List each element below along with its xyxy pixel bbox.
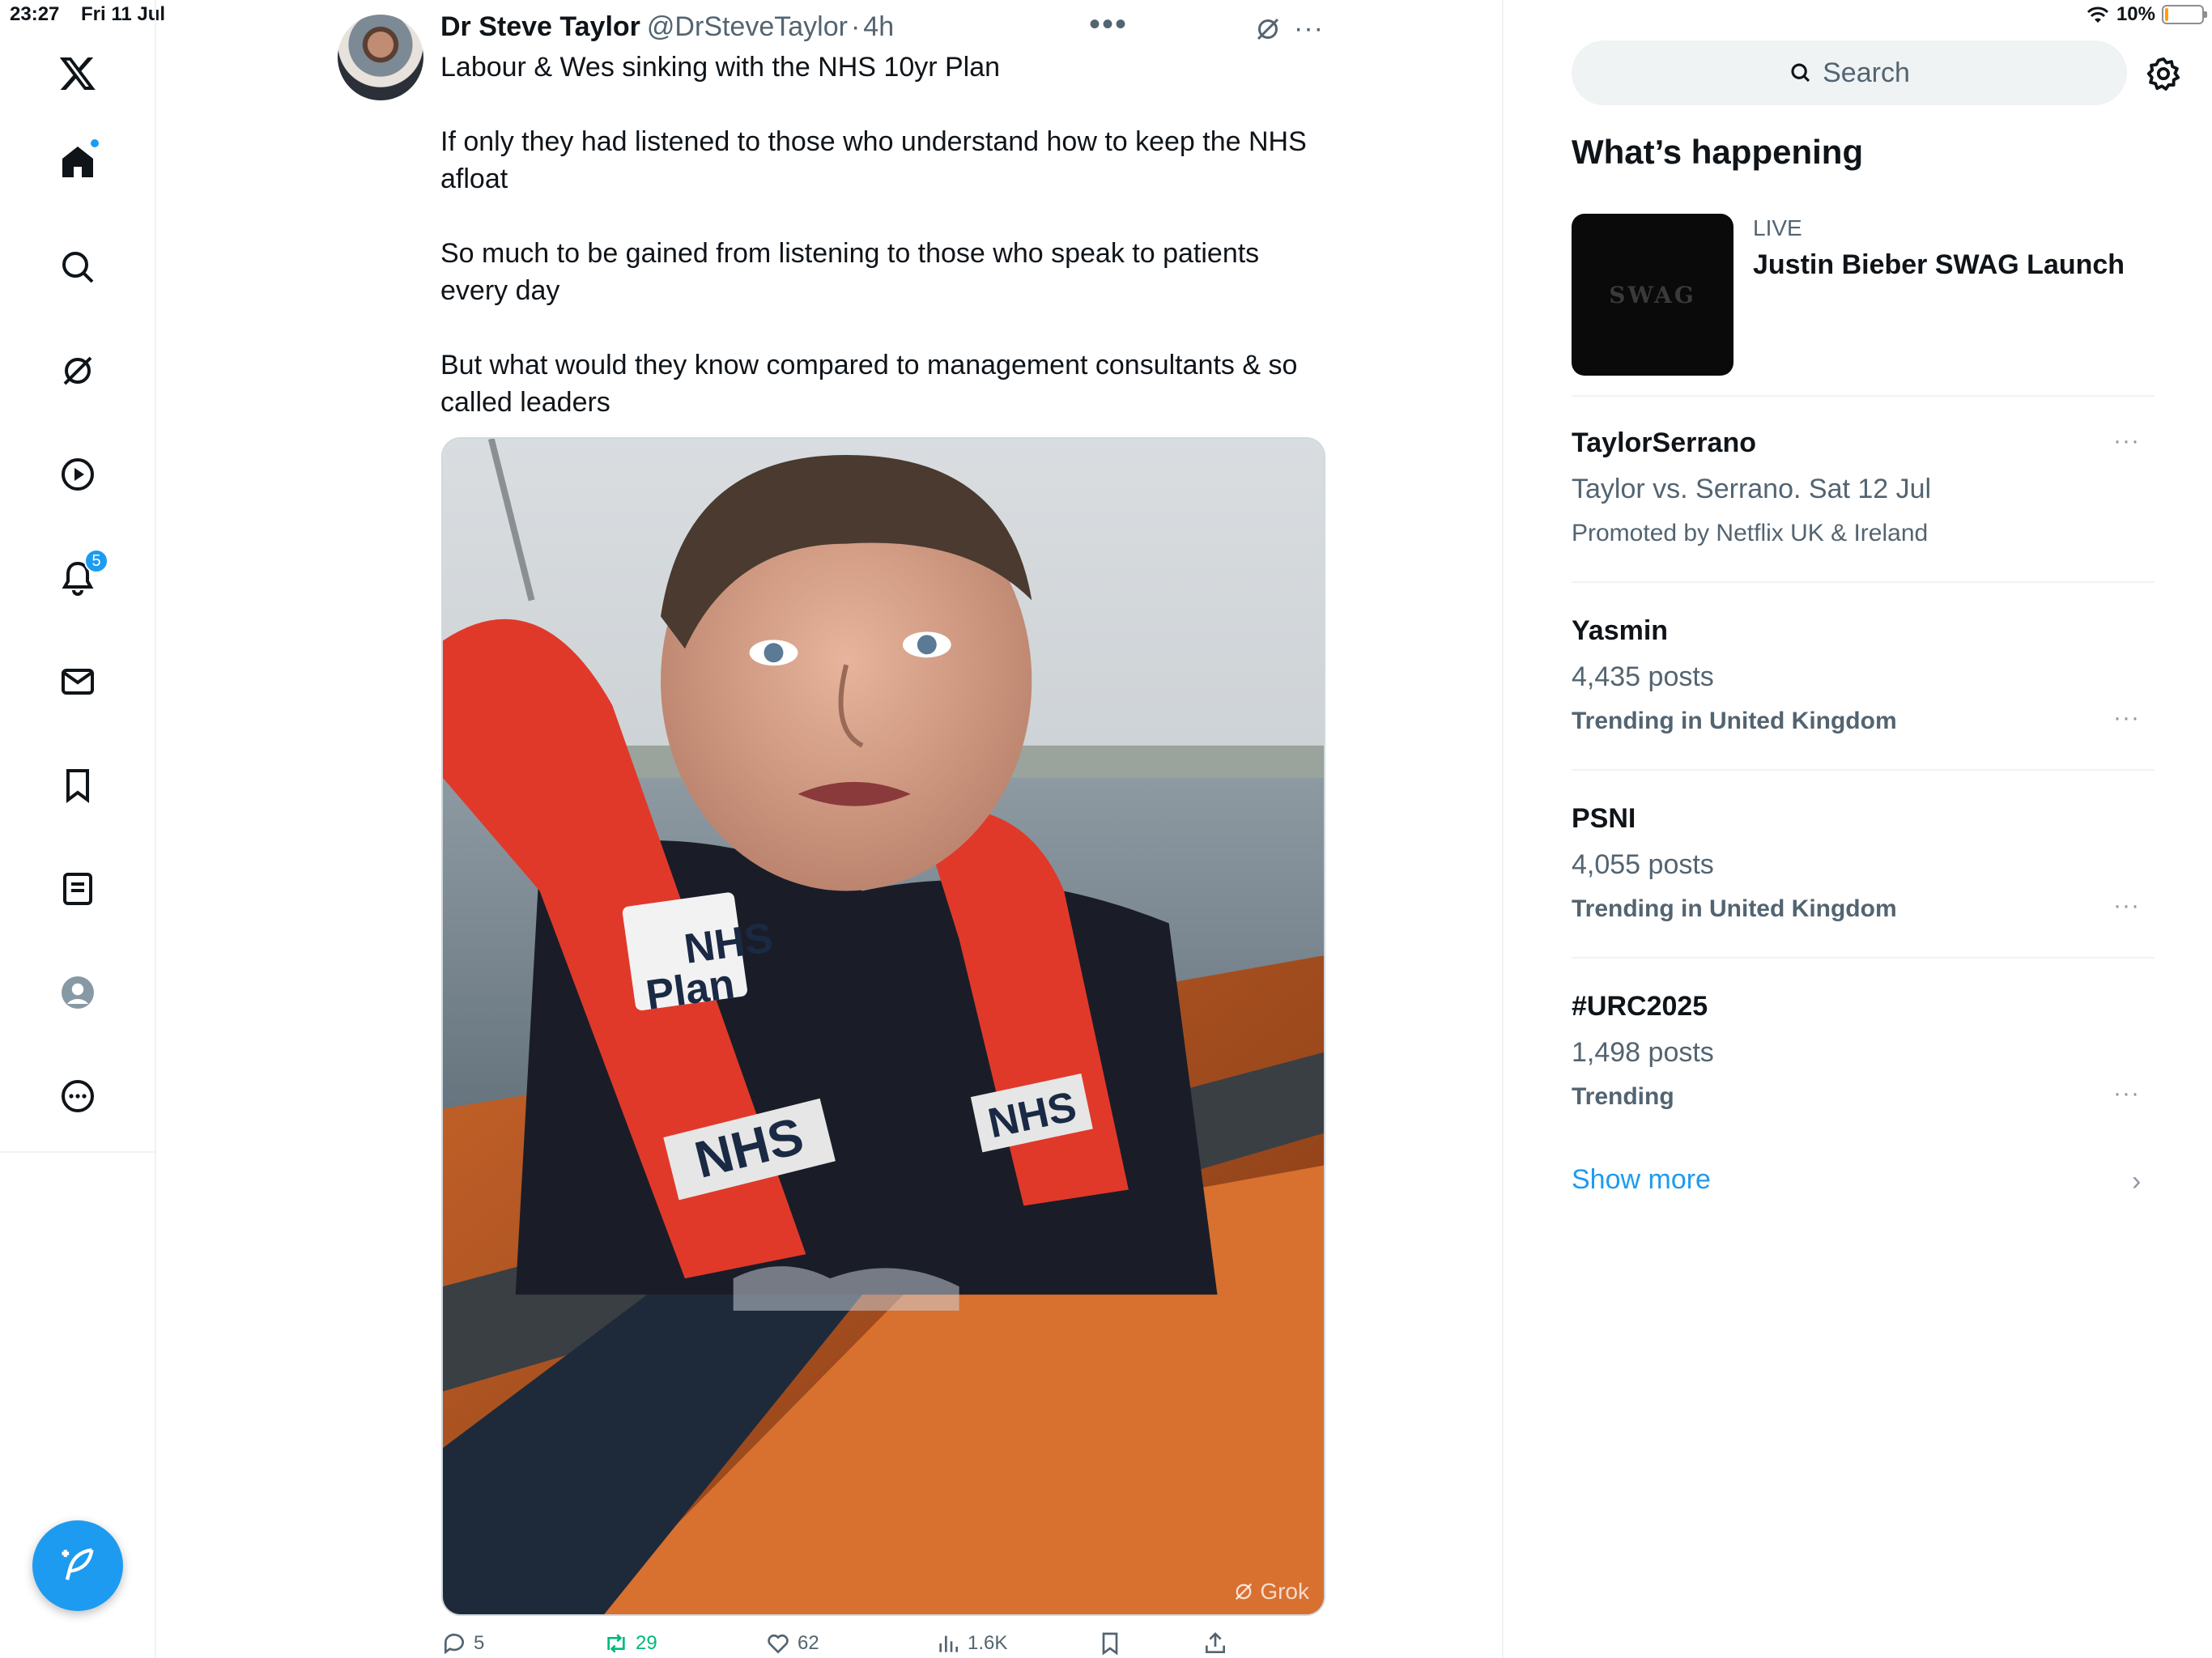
grok-watermark-text: Grok bbox=[1260, 1579, 1309, 1604]
trend-more-icon[interactable]: ··· bbox=[2113, 1080, 2140, 1107]
divider bbox=[1572, 957, 2155, 959]
heart-icon bbox=[768, 1634, 789, 1654]
video-icon[interactable] bbox=[53, 450, 102, 499]
grok-watermark-icon bbox=[1236, 1583, 1253, 1601]
notifications-badge: 5 bbox=[84, 549, 108, 573]
whats-happening-title: What’s happening bbox=[1572, 133, 1864, 171]
view-count: 1.6K bbox=[968, 1632, 1008, 1654]
like-count: 62 bbox=[798, 1632, 819, 1654]
trend-subtitle: Taylor vs. Serrano. Sat 12 Jul bbox=[1572, 474, 1932, 504]
lists-icon[interactable] bbox=[53, 865, 102, 913]
home-unread-dot bbox=[89, 138, 100, 149]
profile-icon[interactable] bbox=[53, 968, 102, 1017]
trend-title: Yasmin bbox=[1572, 615, 1669, 646]
home-icon[interactable] bbox=[53, 138, 102, 186]
trend-subtitle: 4,435 posts bbox=[1572, 661, 1714, 692]
share-button[interactable] bbox=[1202, 1630, 1228, 1656]
grok-icon[interactable] bbox=[53, 346, 102, 395]
tweet-text: Labour & Wes sinking with the NHS 10yr P… bbox=[440, 49, 1328, 421]
live-title: Justin Bieber SWAG Launch bbox=[1753, 249, 2125, 280]
views-button[interactable]: 1.6K bbox=[935, 1630, 1007, 1656]
tweet-time[interactable]: 4h bbox=[863, 11, 894, 42]
trend-more-icon[interactable]: ··· bbox=[2113, 704, 2140, 732]
trend-item[interactable]: Yasmin 4,435 posts Trending in United Ki… bbox=[1572, 615, 2155, 735]
divider bbox=[1572, 769, 2155, 771]
views-icon bbox=[939, 1635, 958, 1652]
live-event-card[interactable]: SWAG LIVE Justin Bieber SWAG Launch bbox=[1572, 214, 2155, 376]
bookmark-icon bbox=[1102, 1632, 1118, 1656]
divider bbox=[1572, 581, 2155, 583]
repost-icon bbox=[607, 1634, 625, 1653]
like-button[interactable]: 62 bbox=[765, 1630, 819, 1656]
notifications-icon[interactable]: 5 bbox=[53, 549, 108, 602]
tweet-more-icon[interactable]: ··· bbox=[1294, 13, 1324, 45]
tweet-image[interactable]: NHS Plan NHS NHS Grok bbox=[441, 437, 1325, 1616]
author-handle[interactable]: @DrSteveTaylor bbox=[647, 11, 848, 42]
divider bbox=[1572, 395, 2155, 397]
separator-dot: · bbox=[850, 11, 861, 42]
chevron-right-icon: › bbox=[2132, 1166, 2142, 1197]
tweet-header: Dr Steve Taylor @DrSteveTaylor · 4h bbox=[440, 11, 894, 43]
x-logo-icon[interactable] bbox=[53, 49, 102, 97]
trend-more-icon[interactable]: ··· bbox=[2113, 892, 2140, 920]
tweet-paragraph: Labour & Wes sinking with the NHS 10yr P… bbox=[440, 52, 1001, 83]
bookmark-button[interactable] bbox=[1097, 1630, 1123, 1656]
trend-title: #URC2025 bbox=[1572, 991, 1708, 1022]
tweet-image-illustration: NHS Plan NHS NHS bbox=[443, 439, 1324, 1614]
compose-button[interactable] bbox=[32, 1520, 123, 1611]
trend-more-icon[interactable]: ··· bbox=[2113, 427, 2140, 455]
grok-watermark: Grok bbox=[1232, 1579, 1309, 1605]
repost-count: 29 bbox=[636, 1632, 657, 1654]
repost-button[interactable]: 29 bbox=[603, 1630, 657, 1656]
trend-title: PSNI bbox=[1572, 803, 1636, 834]
trend-title: TaylorSerrano bbox=[1572, 427, 1757, 458]
trend-meta: Trending in United Kingdom bbox=[1572, 708, 1897, 734]
author-name[interactable]: Dr Steve Taylor bbox=[440, 11, 640, 42]
share-icon bbox=[1206, 1632, 1225, 1653]
bookmarks-icon[interactable] bbox=[53, 761, 102, 810]
trend-meta: Trending in United Kingdom bbox=[1572, 895, 1897, 922]
search-icon bbox=[1791, 63, 1810, 83]
trend-subtitle: 1,498 posts bbox=[1572, 1037, 1714, 1068]
reply-count: 5 bbox=[474, 1632, 485, 1654]
tweet-actions: 5 29 62 1.6K bbox=[441, 1630, 1251, 1658]
compose-feather-icon bbox=[62, 1548, 94, 1580]
multitask-dots[interactable]: ••• bbox=[1089, 6, 1128, 43]
live-thumbnail: SWAG bbox=[1572, 214, 1733, 376]
live-label: LIVE bbox=[1753, 215, 1802, 240]
trend-item[interactable]: TaylorSerrano Taylor vs. Serrano. Sat 12… bbox=[1572, 427, 2155, 547]
search-placeholder: Search bbox=[1823, 57, 1910, 88]
trend-meta: Promoted by Netflix UK & Ireland bbox=[1572, 520, 1929, 546]
messages-icon[interactable] bbox=[53, 657, 102, 706]
trend-item[interactable]: PSNI 4,055 posts Trending in United King… bbox=[1572, 803, 2155, 923]
trend-meta: Trending bbox=[1572, 1083, 1674, 1110]
trend-subtitle: 4,055 posts bbox=[1572, 849, 1714, 880]
left-nav: 5 bbox=[0, 0, 156, 1658]
reply-button[interactable]: 5 bbox=[441, 1630, 484, 1656]
search-input[interactable]: Search bbox=[1572, 40, 2127, 105]
grok-explain-icon[interactable] bbox=[1253, 15, 1283, 44]
gear-icon[interactable] bbox=[2145, 55, 2182, 92]
right-sidebar: Search What’s happening SWAG LIVE Justin… bbox=[1504, 0, 2212, 1658]
reply-icon bbox=[444, 1633, 464, 1655]
nav-divider bbox=[0, 1151, 156, 1153]
author-avatar[interactable] bbox=[338, 15, 423, 100]
more-icon[interactable] bbox=[53, 1072, 102, 1120]
tweet-paragraph: So much to be gained from listening to t… bbox=[440, 238, 1260, 306]
show-more-link[interactable]: Show more bbox=[1572, 1164, 1711, 1196]
tweet-paragraph: If only they had listened to those who u… bbox=[440, 126, 1307, 194]
search-icon[interactable] bbox=[53, 243, 102, 291]
trend-item[interactable]: #URC2025 1,498 posts Trending ··· bbox=[1572, 991, 2155, 1111]
tweet-paragraph: But what would they know compared to man… bbox=[440, 350, 1298, 418]
